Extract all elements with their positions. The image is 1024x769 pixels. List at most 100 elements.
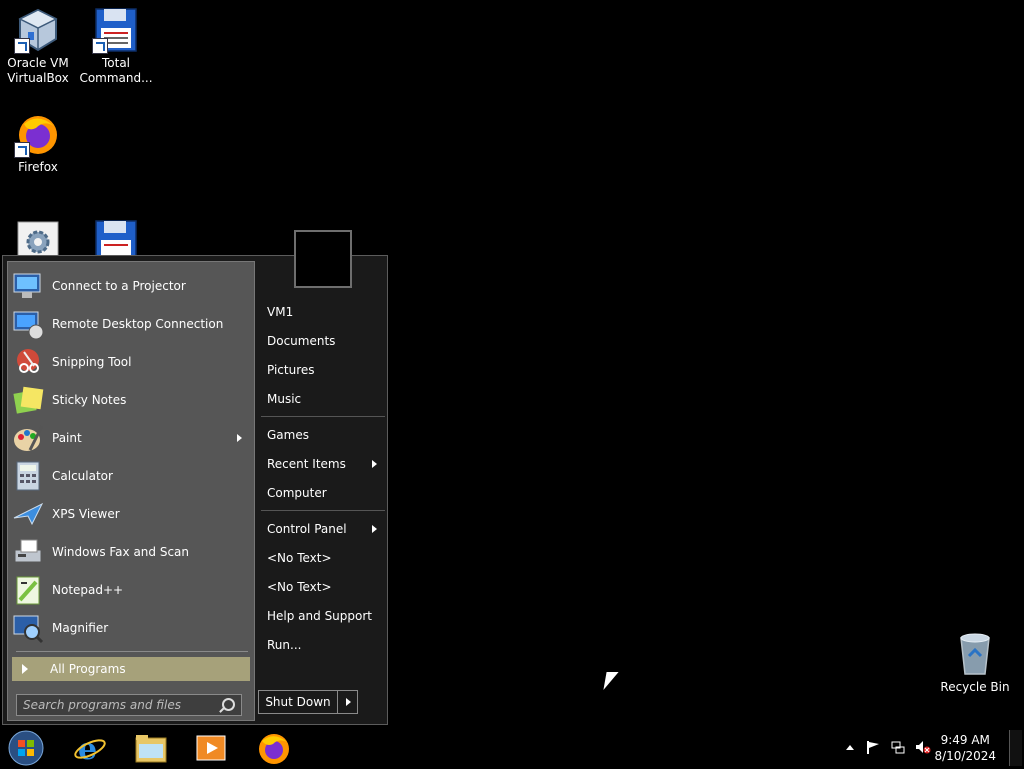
separator — [261, 416, 385, 417]
program-label: Sticky Notes — [52, 393, 127, 407]
program-label: XPS Viewer — [52, 507, 120, 521]
expand-arrow-icon — [22, 664, 28, 674]
program-snipping-tool[interactable]: Snipping Tool — [12, 344, 250, 380]
taskbar-file-explorer[interactable] — [133, 730, 169, 766]
desktop-icon-label-line1: Recycle Bin — [940, 680, 1010, 694]
xps-viewer-icon — [12, 498, 44, 530]
file-explorer-icon — [135, 735, 167, 763]
shutdown-options-arrow-icon[interactable] — [338, 691, 357, 713]
firefox-icon — [259, 734, 289, 764]
remote-desktop-icon — [12, 308, 44, 340]
program-connect-to-projector[interactable]: Connect to a Projector — [12, 268, 250, 304]
desktop-icon-firefox[interactable]: Firefox — [0, 110, 76, 175]
program-label: Calculator — [52, 469, 113, 483]
start-orb-icon — [8, 730, 44, 766]
program-paint[interactable]: Paint — [12, 420, 250, 456]
start-link-run[interactable]: Run... — [267, 635, 385, 655]
start-link-games[interactable]: Games — [267, 425, 385, 445]
shutdown-button-group: Shut Down — [258, 690, 358, 714]
clock-date: 8/10/2024 — [934, 749, 996, 763]
taskbar: e 9:49 AM 8/10/2024 — [0, 728, 1024, 768]
internet-explorer-icon: e — [74, 732, 106, 767]
shutdown-button[interactable]: Shut Down — [259, 691, 338, 713]
submenu-arrow-icon — [372, 525, 377, 533]
clock-time: 9:49 AM — [940, 733, 990, 747]
program-windows-fax-and-scan[interactable]: Windows Fax and Scan — [12, 534, 250, 570]
program-label: Paint — [52, 431, 82, 445]
program-calculator[interactable]: Calculator — [12, 458, 250, 494]
program-xps-viewer[interactable]: XPS Viewer — [12, 496, 250, 532]
system-clock[interactable]: 9:49 AM 8/10/2024 — [934, 732, 996, 764]
show-desktop-button[interactable] — [1009, 730, 1022, 766]
show-hidden-icons-icon[interactable] — [843, 740, 857, 754]
program-label: Connect to a Projector — [52, 279, 186, 293]
program-magnifier[interactable]: Magnifier — [12, 610, 250, 646]
taskbar-media-player[interactable] — [193, 730, 229, 766]
separator — [16, 651, 248, 652]
start-link-pictures[interactable]: Pictures — [267, 360, 385, 380]
sticky-notes-icon — [12, 384, 44, 416]
desktop-icon-label-line1: Total — [101, 56, 131, 70]
program-label: Windows Fax and Scan — [52, 545, 190, 559]
projector-icon — [12, 270, 44, 302]
shortcut-arrow-icon — [14, 38, 30, 54]
firefox-icon — [14, 110, 62, 158]
start-menu-programs-pane: Connect to a Projector Remote Desktop Co… — [7, 261, 255, 721]
program-remote-desktop-connection[interactable]: Remote Desktop Connection — [12, 306, 250, 342]
paint-palette-icon — [12, 422, 44, 454]
search-placeholder: Search programs and files — [23, 698, 181, 712]
desktop-icon-virtualbox[interactable]: Oracle VM VirtualBox — [0, 6, 76, 86]
search-input[interactable]: Search programs and files — [16, 694, 242, 716]
user-picture[interactable] — [294, 230, 352, 288]
start-link-documents[interactable]: Documents — [267, 331, 385, 351]
submenu-arrow-icon — [372, 460, 377, 468]
mouse-cursor-icon — [603, 672, 619, 690]
all-programs-label: All Programs — [50, 662, 126, 676]
program-notepadpp[interactable]: Notepad++ — [12, 572, 250, 608]
program-label: Snipping Tool — [52, 355, 132, 369]
start-link-no-text-1[interactable]: <No Text> — [267, 548, 385, 568]
start-link-no-text-2[interactable]: <No Text> — [267, 577, 385, 597]
program-label: Remote Desktop Connection — [52, 317, 224, 331]
start-link-control-panel[interactable]: Control Panel — [267, 519, 385, 539]
floppy-icon — [92, 6, 140, 54]
start-menu: Connect to a Projector Remote Desktop Co… — [2, 230, 388, 725]
desktop-icon-label-line2: VirtualBox — [7, 71, 69, 85]
desktop-icon-recycle-bin[interactable]: Recycle Bin — [937, 630, 1013, 695]
network-icon[interactable] — [891, 740, 905, 754]
desktop-icon-label-line2: Command... — [79, 71, 153, 85]
program-label: Magnifier — [52, 621, 109, 635]
fax-icon — [12, 536, 44, 568]
desktop-icon-label-line1: Firefox — [18, 160, 58, 174]
desktop-icon-total-commander[interactable]: Total Command... — [78, 6, 154, 86]
start-link-help-and-support[interactable]: Help and Support — [267, 606, 385, 626]
shortcut-arrow-icon — [92, 38, 108, 54]
taskbar-firefox[interactable] — [256, 730, 292, 766]
program-sticky-notes[interactable]: Sticky Notes — [12, 382, 250, 418]
submenu-arrow-icon — [237, 434, 242, 442]
link-label: Recent Items — [267, 457, 346, 471]
scissors-icon — [12, 346, 44, 378]
start-link-music[interactable]: Music — [267, 389, 385, 409]
start-link-recent-items[interactable]: Recent Items — [267, 454, 385, 474]
taskbar-internet-explorer[interactable]: e — [72, 730, 108, 767]
link-label: Control Panel — [267, 522, 347, 536]
media-player-icon — [196, 735, 226, 761]
svg-text:e: e — [78, 732, 97, 766]
all-programs-button[interactable]: All Programs — [12, 657, 250, 681]
start-button[interactable] — [8, 730, 44, 766]
search-icon[interactable] — [222, 698, 235, 711]
start-link-computer[interactable]: Computer — [267, 483, 385, 503]
separator — [261, 510, 385, 511]
calculator-icon — [12, 460, 44, 492]
virtualbox-icon — [14, 6, 62, 54]
action-center-flag-icon[interactable] — [866, 740, 880, 754]
shortcut-arrow-icon — [14, 142, 30, 158]
volume-muted-icon[interactable] — [915, 740, 931, 754]
desktop-icon-label-line1: Oracle VM — [7, 56, 69, 70]
program-label: Notepad++ — [52, 583, 124, 597]
magnifier-icon — [12, 612, 44, 644]
recycle-bin-icon — [951, 630, 999, 678]
start-link-vm1[interactable]: VM1 — [267, 302, 385, 322]
notepadpp-icon — [12, 574, 44, 606]
